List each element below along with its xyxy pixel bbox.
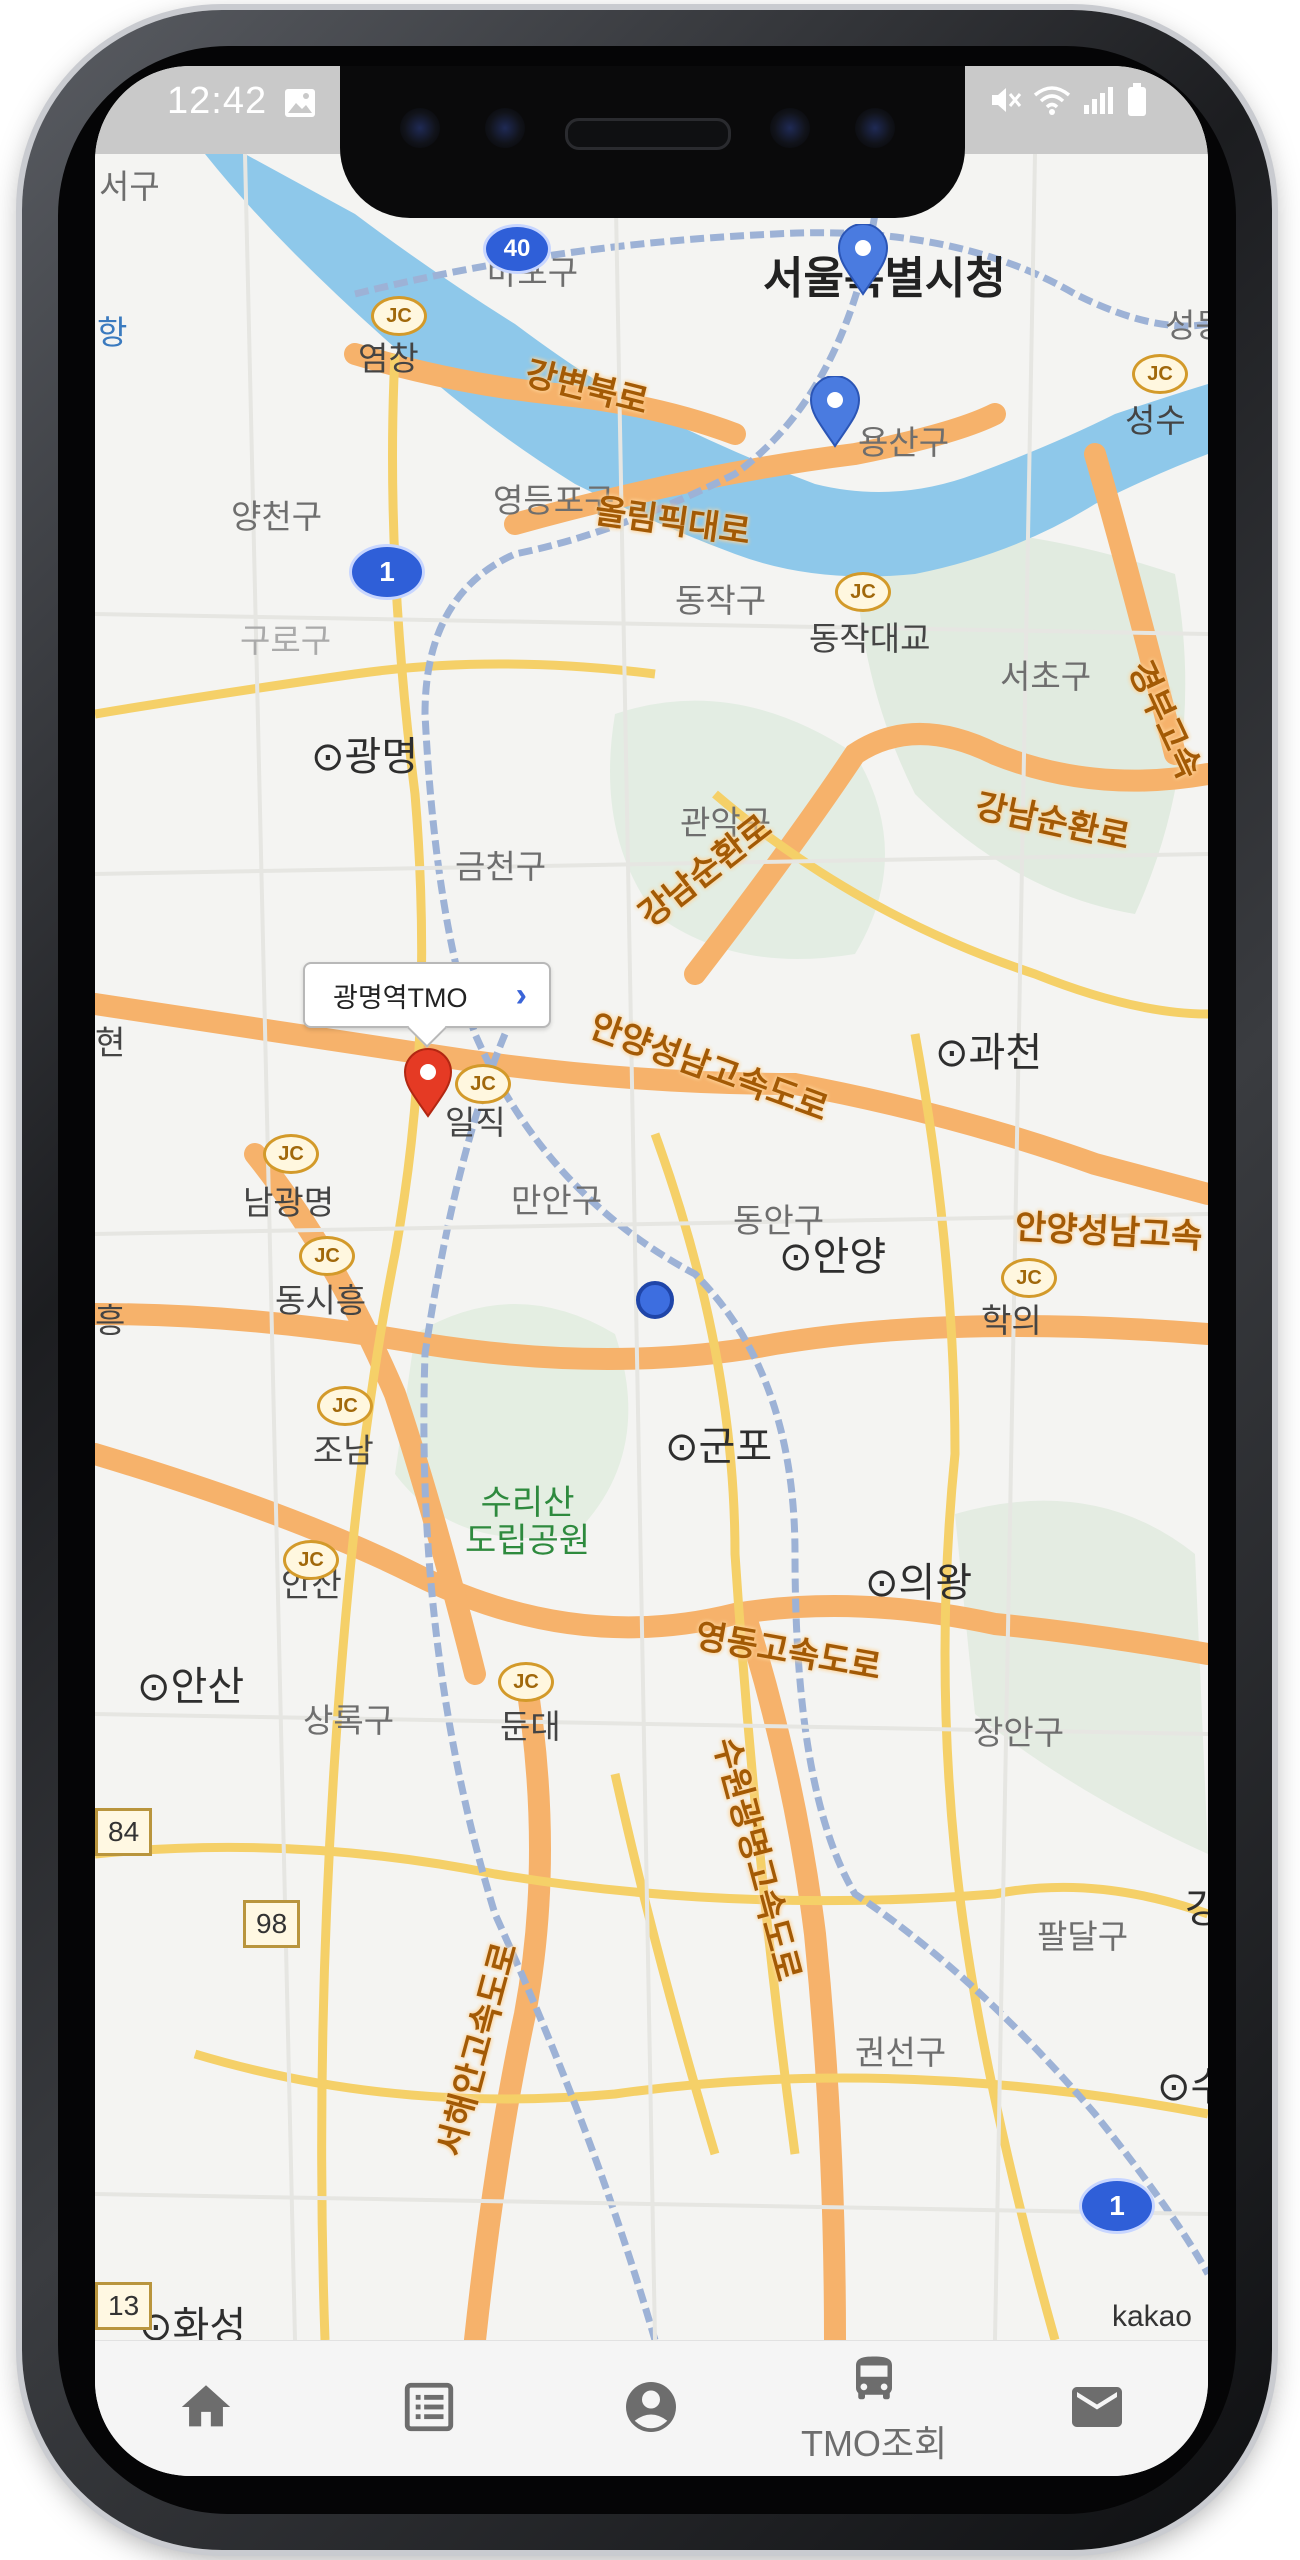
label-yeomchang: 염창 <box>358 340 419 377</box>
label-su: ⊙수 <box>1157 2065 1208 2109</box>
nav-list[interactable] <box>318 2341 541 2476</box>
route-shield-1: 1 <box>1079 2178 1155 2234</box>
label-namgwangmyeong: 남광명 <box>243 1184 335 1221</box>
label-dongsiheung: 동시흥 <box>275 1282 367 1319</box>
chevron-right-icon: › <box>515 976 527 1014</box>
bottom-nav: TMO조회 <box>95 2340 1208 2476</box>
jc-marker: JC <box>835 572 891 612</box>
jc-marker: JC <box>455 1064 511 1104</box>
screen: 12:42 서울특별시청 마포구 서구 항 염창 양천구 영등포구 용산구 성수… <box>95 66 1208 2476</box>
label-seong: 성동 <box>1165 307 1208 344</box>
label-heung: 흥 <box>95 1302 126 1339</box>
label-gwangmyeong: ⊙광명 <box>311 735 419 779</box>
bus-icon <box>847 2352 901 2411</box>
map-view[interactable]: 서울특별시청 마포구 서구 항 염창 양천구 영등포구 용산구 성수 성동 동작… <box>95 154 1208 2349</box>
label-guro: 구로구 <box>240 622 332 659</box>
earpiece-speaker <box>565 118 731 150</box>
account-icon <box>621 2377 681 2442</box>
tmo-callout[interactable]: 광명역TMO › <box>303 962 551 1028</box>
jc-marker: JC <box>263 1134 319 1174</box>
front-camera <box>400 108 440 148</box>
route-shield-40: 40 <box>483 224 551 274</box>
label-seocho: 서초구 <box>1000 658 1092 695</box>
bus-stop-pin-blue[interactable] <box>807 376 863 448</box>
battery-icon <box>1126 82 1148 123</box>
label-seogu: 서구 <box>99 168 160 205</box>
front-camera-2 <box>770 108 810 148</box>
list-icon <box>400 2378 458 2441</box>
label-seongsu: 성수 <box>1125 402 1186 439</box>
label-manan: 만안구 <box>511 1182 603 1219</box>
jc-marker: JC <box>1132 354 1188 394</box>
label-uiwang: ⊙의왕 <box>865 1561 973 1605</box>
status-icons <box>988 82 1148 123</box>
label-yangcheon: 양천구 <box>231 498 323 535</box>
front-sensor <box>485 108 525 148</box>
label-gunpo: ⊙군포 <box>665 1425 773 1469</box>
label-hyeon: 현 <box>95 1024 126 1061</box>
front-sensor-2 <box>855 108 895 148</box>
route-shield-13: 13 <box>95 2282 153 2330</box>
road-anyang-seongnam-east: 안양성남고속 <box>1013 1208 1204 1256</box>
mail-icon <box>1067 2377 1127 2442</box>
jc-marker: JC <box>371 296 427 336</box>
label-surisan: 수리산 도립공원 <box>465 1484 591 1560</box>
label-hang: 항 <box>97 314 128 351</box>
jc-marker: JC <box>1001 1258 1057 1298</box>
label-anyang: ⊙안양 <box>779 1235 887 1279</box>
home-icon <box>177 2378 235 2441</box>
label-hakui: 학의 <box>981 1302 1042 1339</box>
jc-marker: JC <box>317 1386 373 1426</box>
jc-marker: JC <box>299 1236 355 1276</box>
signal-icon <box>1082 83 1116 122</box>
jc-marker: JC <box>283 1540 339 1580</box>
nav-tmo-label: TMO조회 <box>800 2422 948 2464</box>
nav-mail[interactable] <box>985 2341 1208 2476</box>
nav-home[interactable] <box>95 2341 318 2476</box>
selected-tmo-pin-red[interactable] <box>401 1048 455 1118</box>
label-ansan: ⊙안산 <box>137 1665 245 1709</box>
route-shield-1: 1 <box>349 544 425 600</box>
route-shield-98: 98 <box>243 1900 301 1948</box>
nav-tmo-lookup[interactable]: TMO조회 <box>763 2341 986 2476</box>
kakao-watermark: kakao <box>1111 2300 1192 2333</box>
wifi-icon <box>1032 83 1072 122</box>
nav-account[interactable] <box>540 2341 763 2476</box>
label-gang: 강 <box>1185 1887 1208 1931</box>
label-dongjak: 동작구 <box>675 582 767 619</box>
status-time: 12:42 <box>167 80 268 122</box>
label-geumcheon: 금천구 <box>455 848 547 885</box>
gallery-notification-icon <box>283 86 317 125</box>
bus-stop-pin-blue[interactable] <box>835 224 891 296</box>
label-dongjak-bridge: 동작대교 <box>809 620 931 657</box>
current-location-dot <box>635 1280 675 1320</box>
label-jangan: 장안구 <box>973 1714 1065 1751</box>
callout-label: 광명역TMO <box>333 982 468 1013</box>
route-shield-84: 84 <box>95 1808 153 1856</box>
label-gwonseon: 권선구 <box>855 2034 947 2071</box>
label-paldal: 팔달구 <box>1037 1918 1129 1955</box>
label-dundae: 둔대 <box>500 1708 561 1745</box>
jc-marker: JC <box>498 1662 554 1702</box>
label-sangnok: 상록구 <box>303 1702 395 1739</box>
camera-notch <box>340 66 965 218</box>
label-jonam: 조남 <box>313 1432 374 1469</box>
label-gwacheon: ⊙과천 <box>935 1031 1043 1075</box>
label-yongsan: 용산구 <box>858 424 950 461</box>
mute-icon <box>988 83 1022 122</box>
